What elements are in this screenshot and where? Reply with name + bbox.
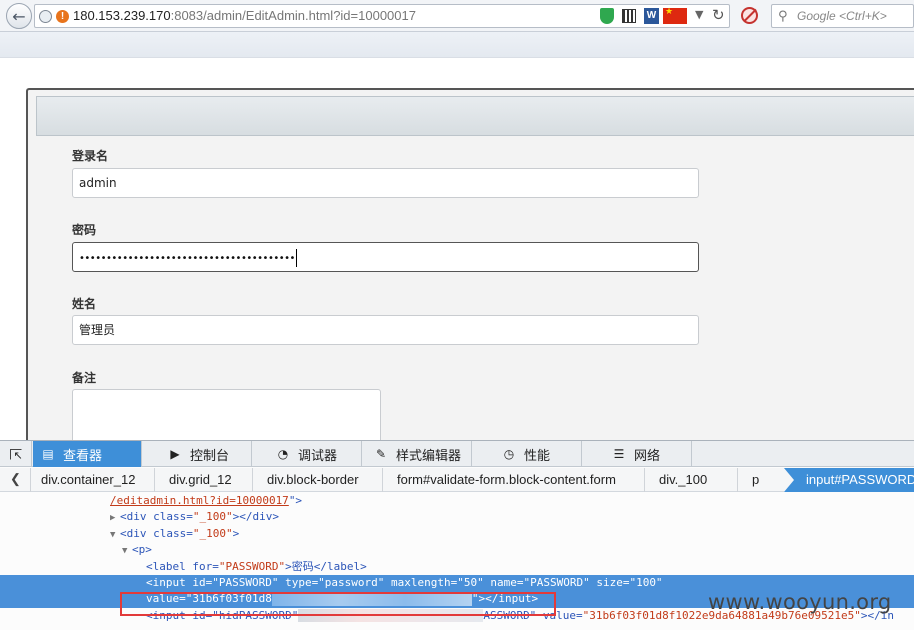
globe-icon — [39, 10, 52, 23]
tag-text: <div — [120, 526, 147, 540]
adblock-icon[interactable] — [741, 7, 758, 24]
attr-value[interactable]: "_100" — [193, 510, 233, 523]
performance-icon: ◷ — [503, 447, 515, 461]
tag-text: >密码</label> — [285, 559, 367, 573]
element-picker-button[interactable] — [0, 441, 32, 467]
url-bar[interactable]: ! 180.153.239.170:8083/admin/EditAdmin.h… — [34, 4, 730, 28]
attr-name: class= — [146, 526, 193, 540]
back-arrow-icon[interactable]: ← — [6, 3, 32, 29]
tag-text: <div — [120, 510, 147, 524]
tag-text: ></div> — [232, 510, 279, 524]
element-picker-icon — [9, 448, 23, 461]
shield-icon[interactable] — [600, 8, 614, 24]
expand-arrow-icon[interactable]: ▶ — [110, 510, 120, 526]
collapse-arrow-icon[interactable]: ▼ — [110, 527, 120, 543]
breadcrumb-separator — [154, 468, 164, 492]
bookmarks-strip — [0, 32, 914, 58]
tab-network-label: 网络 — [634, 448, 661, 464]
attr-name: class= — [146, 510, 193, 524]
network-icon: ☰ — [613, 447, 625, 461]
breadcrumb-item[interactable]: div.block-border — [267, 472, 359, 487]
attr-value[interactable]: "PASSWORD" — [219, 560, 285, 573]
browser-toolbar: ← ! 180.153.239.170:8083/admin/EditAdmin… — [0, 0, 914, 32]
tab-console[interactable]: ▶ 控制台 — [142, 441, 252, 467]
attr-name: for= — [185, 559, 219, 573]
password-dots: •••••••••••••••••••••••••••••••••••••••• — [79, 253, 295, 264]
text-caret — [295, 248, 297, 267]
qr-code-icon[interactable] — [622, 9, 636, 23]
breadcrumb-separator — [252, 468, 262, 492]
markup-line[interactable]: <label for="PASSWORD">密码</label> — [146, 559, 367, 575]
password-label: 密码 — [72, 223, 97, 237]
collapse-arrow-icon[interactable]: ▼ — [122, 543, 132, 559]
note-label: 备注 — [72, 371, 97, 385]
markup-line[interactable]: ▼ <p> — [122, 542, 152, 559]
url-host: 180.153.239.170 — [73, 8, 171, 23]
breadcrumb-item[interactable]: div.grid_12 — [169, 472, 232, 487]
name-field[interactable]: 管理员 — [72, 315, 699, 345]
breadcrumb-item[interactable]: p — [752, 472, 759, 487]
tab-style-editor[interactable]: ✎ 样式编辑器 — [362, 441, 472, 467]
breadcrumb: ❮ div.container_12 div.grid_12 div.block… — [0, 468, 914, 492]
style-editor-icon: ✎ — [375, 447, 387, 461]
breadcrumb-item-active[interactable]: input#PASSWORD — [784, 468, 914, 492]
breadcrumb-separator — [30, 468, 40, 492]
tab-network[interactable]: ☰ 网络 — [582, 441, 692, 467]
tab-style-editor-label: 样式编辑器 — [396, 448, 462, 464]
tag-text: <input id="PASSWORD" type="password" max… — [146, 576, 663, 589]
tab-inspector-label: 查看器 — [63, 448, 103, 464]
search-input[interactable]: ⚲ Google <Ctrl+K> — [771, 4, 914, 28]
attr-value[interactable]: /editadmin.html?id=10000017 — [110, 494, 289, 507]
debugger-icon: ◔ — [277, 447, 289, 461]
devtools-tabbar: ▤ 查看器 ▶ 控制台 ◔ 调试器 ✎ 样式编辑器 ◷ 性能 ☰ 网络 — [0, 441, 914, 467]
console-icon: ▶ — [170, 447, 180, 461]
markup-line[interactable]: ▶ <div class="_100"></div> — [110, 509, 279, 526]
red-highlight-box — [120, 592, 556, 616]
tab-debugger-label: 调试器 — [298, 448, 338, 464]
china-flag-icon[interactable] — [663, 7, 687, 24]
tag-text: <p> — [132, 543, 152, 557]
tab-inspector[interactable]: ▤ 查看器 — [33, 441, 142, 467]
panel-header — [36, 96, 914, 136]
breadcrumb-item[interactable]: form#validate-form.block-content.form — [397, 472, 616, 487]
login-name-label: 登录名 — [72, 149, 109, 163]
tab-performance-label: 性能 — [524, 448, 551, 464]
password-field[interactable]: •••••••••••••••••••••••••••••••••••••••• — [72, 242, 699, 272]
url-path: :8083/admin/EditAdmin.html?id=10000017 — [170, 8, 416, 23]
breadcrumb-item[interactable]: div._100 — [659, 472, 707, 487]
tab-debugger[interactable]: ◔ 调试器 — [252, 441, 362, 467]
word-icon[interactable]: W — [644, 8, 659, 24]
tag-text: <label — [146, 559, 186, 573]
markup-line-selected[interactable]: <input id="PASSWORD" type="password" max… — [0, 575, 914, 592]
url-text[interactable]: 180.153.239.170:8083/admin/EditAdmin.htm… — [73, 8, 416, 23]
login-name-field[interactable]: admin — [72, 168, 699, 198]
search-placeholder: Google <Ctrl+K> — [797, 9, 887, 23]
markup-line[interactable]: ▼ <div class="_100"> — [110, 526, 239, 543]
watermark: www.wooyun.org — [708, 590, 892, 614]
warning-icon[interactable]: ! — [56, 10, 69, 23]
search-icon: ⚲ — [778, 9, 788, 24]
tag-text: "> — [288, 494, 303, 507]
dropdown-arrow-icon[interactable]: ▼ — [695, 8, 703, 21]
reload-icon[interactable]: ↻ — [712, 6, 725, 24]
breadcrumb-separator — [737, 468, 747, 492]
attr-value[interactable]: "_100" — [193, 527, 233, 540]
breadcrumb-item[interactable]: div.container_12 — [41, 472, 135, 487]
name-label: 姓名 — [72, 297, 97, 311]
tab-performance[interactable]: ◷ 性能 — [472, 441, 582, 467]
breadcrumb-separator — [382, 468, 392, 492]
inspector-icon: ▤ — [42, 447, 54, 461]
tab-console-label: 控制台 — [190, 448, 230, 464]
breadcrumb-separator — [644, 468, 654, 492]
breadcrumb-scroll-left-icon[interactable]: ❮ — [10, 471, 21, 487]
tag-text: > — [232, 526, 240, 540]
markup-line[interactable]: /editadmin.html?id=10000017"> — [110, 493, 302, 509]
